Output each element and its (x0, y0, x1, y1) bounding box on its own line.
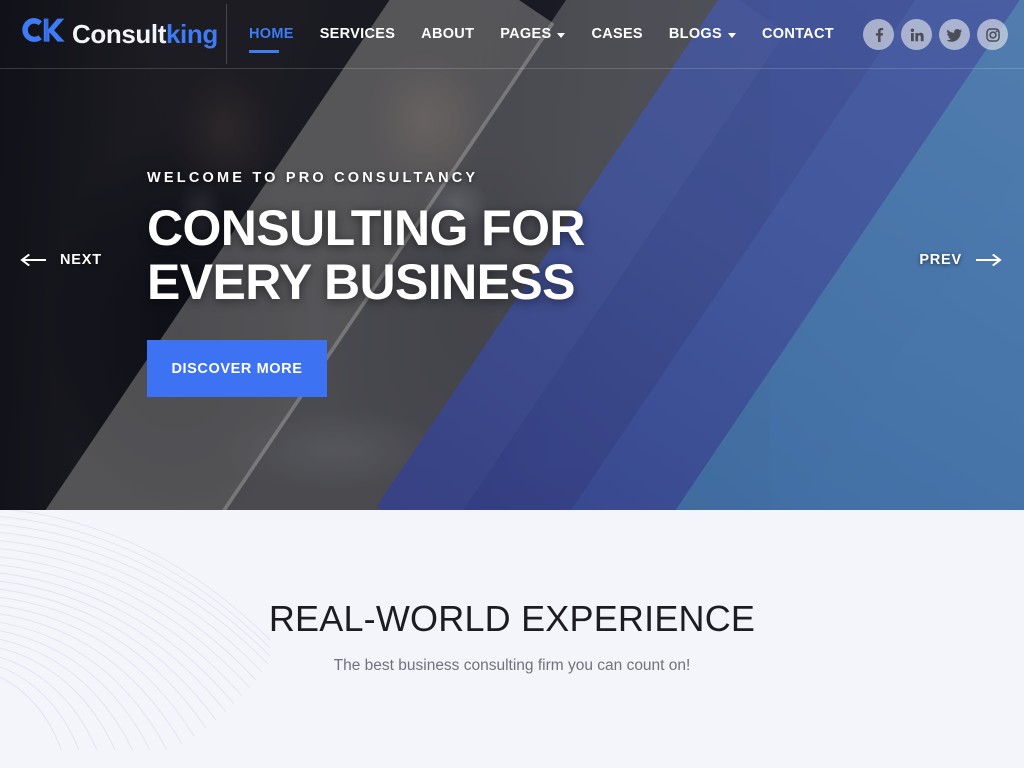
social-links (863, 19, 1008, 50)
hero-title-line-1: CONSULTING FOR (147, 200, 585, 256)
arrow-left-icon (20, 254, 46, 266)
arrow-right-icon (976, 254, 1002, 266)
nav-item-home[interactable]: HOME (249, 0, 294, 69)
chevron-down-icon (557, 32, 566, 38)
nav-item-pages[interactable]: PAGES (500, 0, 566, 69)
section-heading-block: REAL-WORLD EXPERIENCE The best business … (0, 598, 1024, 675)
social-link-linkedin[interactable] (901, 19, 932, 50)
nav-item-about-label: ABOUT (421, 26, 475, 42)
logo[interactable]: Consultking (20, 16, 220, 52)
nav-active-underline (249, 49, 279, 53)
ck-monogram-icon (20, 16, 66, 52)
experience-section: REAL-WORLD EXPERIENCE The best business … (0, 510, 1024, 768)
nav-item-cases-label: CASES (591, 26, 643, 42)
hero-eyebrow: WELCOME TO PRO CONSULTANCY (147, 170, 479, 186)
section-title: REAL-WORLD EXPERIENCE (268, 598, 756, 639)
linkedin-icon (909, 27, 925, 43)
nav-item-pages-label: PAGES (500, 26, 552, 42)
hero-slider: WELCOME TO PRO CONSULTANCY CONSULTING FO… (0, 0, 1024, 510)
slider-next-control[interactable]: NEXT (20, 252, 102, 268)
twitter-icon (946, 27, 963, 43)
social-link-instagram[interactable] (977, 19, 1008, 50)
instagram-icon (985, 27, 1001, 43)
slider-next-label: NEXT (60, 252, 102, 268)
logo-text-accent: king (165, 19, 218, 49)
section-subtitle: The best business consulting firm you ca… (333, 657, 691, 674)
social-link-twitter[interactable] (939, 19, 970, 50)
facebook-icon (871, 27, 887, 43)
slider-prev-control[interactable]: PREV (919, 252, 1002, 268)
page-root: WELCOME TO PRO CONSULTANCY CONSULTING FO… (0, 0, 1024, 768)
nav-item-home-label: HOME (249, 26, 294, 42)
discover-more-button[interactable]: DISCOVER MORE (147, 340, 327, 397)
slider-prev-label: PREV (919, 252, 962, 268)
nav-item-about[interactable]: ABOUT (421, 0, 474, 69)
nav-item-blogs-label: BLOGS (668, 26, 722, 42)
social-link-facebook[interactable] (863, 19, 894, 50)
nav-item-blogs[interactable]: BLOGS (669, 0, 736, 69)
header-divider (226, 4, 227, 64)
nav-item-services-label: SERVICES (319, 26, 396, 42)
site-header: Consultking HOME SERVICES ABOUT PAGES CA… (0, 0, 1024, 69)
nav-item-services[interactable]: SERVICES (320, 0, 395, 69)
nav-item-contact[interactable]: CONTACT (762, 0, 834, 69)
hero-title-line-2: EVERY BUSINESS (147, 254, 575, 310)
chevron-down-icon (727, 32, 736, 38)
main-navigation: HOME SERVICES ABOUT PAGES CASES BLOGS CO… (249, 0, 834, 69)
nav-item-contact-label: CONTACT (761, 26, 834, 42)
nav-item-cases[interactable]: CASES (591, 0, 642, 69)
logo-text: Consultking (72, 21, 218, 47)
hero-content: WELCOME TO PRO CONSULTANCY CONSULTING FO… (147, 170, 585, 397)
logo-text-primary: Consult (72, 19, 166, 49)
hero-title: CONSULTING FOR EVERY BUSINESS (147, 201, 585, 309)
